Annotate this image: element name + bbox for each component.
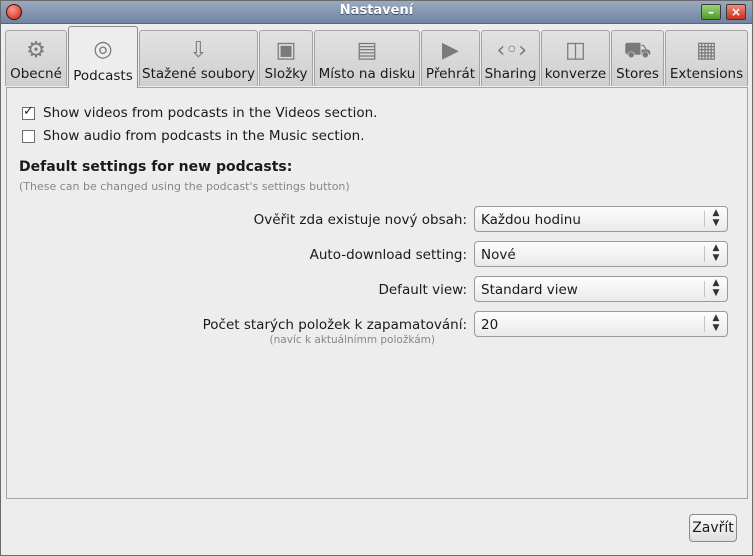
title-bar[interactable]: Nastavení – × bbox=[1, 1, 752, 24]
defaults-heading: Default settings for new podcasts: bbox=[19, 159, 293, 175]
check-new-value: Každou hodinu bbox=[481, 212, 581, 228]
window-title: Nastavení bbox=[339, 3, 414, 18]
tab-label: Místo na disku bbox=[318, 66, 416, 82]
gears-icon: ⚙ bbox=[26, 38, 46, 63]
tab-stazene-soubory[interactable]: ⇩ Stažené soubory bbox=[139, 30, 258, 86]
default-view-label: Default view: bbox=[378, 282, 467, 298]
tab-label: Přehrát bbox=[425, 66, 476, 82]
tab-stores[interactable]: ⛟ Stores bbox=[611, 30, 664, 86]
default-view-dropdown[interactable]: Standard view ▲ ▼ bbox=[474, 276, 728, 302]
extensions-plugin-icon: ▦ bbox=[696, 38, 717, 63]
tab-label: konverze bbox=[544, 66, 607, 82]
minimize-button[interactable]: – bbox=[701, 4, 721, 20]
auto-download-dropdown[interactable]: Nové ▲ ▼ bbox=[474, 241, 728, 267]
show-audio-label: Show audio from podcasts in the Music se… bbox=[43, 128, 365, 144]
tab-sharing[interactable]: ‹◦› Sharing bbox=[481, 30, 540, 86]
shopping-cart-icon: ⛟ bbox=[623, 38, 652, 63]
close-window-button[interactable]: × bbox=[726, 4, 746, 20]
tab-prehrat[interactable]: ▶ Přehrát bbox=[421, 30, 480, 86]
folder-icon: ▣ bbox=[275, 38, 297, 63]
up-down-arrows-icon: ▲ ▼ bbox=[712, 243, 720, 263]
dropdown-separator bbox=[704, 281, 705, 297]
default-view-value: Standard view bbox=[481, 282, 578, 298]
up-down-arrows-icon: ▲ ▼ bbox=[712, 278, 720, 298]
tab-label: Podcasts bbox=[73, 68, 133, 84]
show-audio-checkbox[interactable]: Show audio from podcasts in the Music se… bbox=[22, 128, 365, 144]
auto-download-value: Nové bbox=[481, 247, 516, 263]
show-videos-checkbox[interactable]: Show videos from podcasts in the Videos … bbox=[22, 104, 378, 121]
old-items-sublabel: (navíc k aktuálnímm položkám) bbox=[269, 334, 435, 346]
tab-label: Stores bbox=[616, 66, 659, 82]
tab-misto-na-disku[interactable]: ▤ Místo na disku bbox=[314, 30, 420, 86]
tab-slozky[interactable]: ▣ Složky bbox=[259, 30, 313, 86]
preferences-tabs: ⚙ Obecné ◎ Podcasts ⇩ Stažené soubory ▣ … bbox=[5, 26, 750, 88]
preferences-window: Nastavení – × ⚙ Obecné ◎ Podcasts ⇩ Staž… bbox=[0, 0, 753, 556]
up-down-arrows-icon: ▲ ▼ bbox=[712, 208, 720, 228]
tab-podcasts[interactable]: ◎ Podcasts bbox=[68, 26, 138, 88]
check-new-dropdown[interactable]: Každou hodinu ▲ ▼ bbox=[474, 206, 728, 232]
checkbox-checked[interactable] bbox=[22, 104, 35, 120]
download-arrow-icon: ⇩ bbox=[189, 38, 208, 63]
podcasts-panel: Show videos from podcasts in the Videos … bbox=[6, 87, 748, 499]
tab-obecne[interactable]: ⚙ Obecné bbox=[5, 30, 67, 86]
play-icon: ▶ bbox=[442, 38, 459, 63]
tab-label: Extensions bbox=[669, 66, 744, 82]
checkbox-unchecked[interactable] bbox=[22, 129, 35, 143]
tab-label: Stažené soubory bbox=[142, 66, 255, 82]
tab-konverze[interactable]: ◫ konverze bbox=[541, 30, 610, 86]
old-items-dropdown[interactable]: 20 ▲ ▼ bbox=[474, 311, 728, 337]
dropdown-separator bbox=[704, 211, 705, 227]
tab-label: Obecné bbox=[10, 66, 62, 82]
conversion-book-icon: ◫ bbox=[565, 38, 586, 63]
hard-disk-icon: ▤ bbox=[356, 38, 378, 63]
show-videos-label: Show videos from podcasts in the Videos … bbox=[43, 105, 378, 121]
dropdown-separator bbox=[704, 316, 705, 332]
dropdown-separator bbox=[704, 246, 705, 262]
tab-label: Složky bbox=[264, 66, 308, 82]
podcast-icon: ◎ bbox=[93, 37, 113, 62]
close-button[interactable]: Zavřít bbox=[689, 514, 737, 542]
tab-extensions[interactable]: ▦ Extensions bbox=[665, 30, 748, 86]
old-items-label: Počet starých položek k zapamatování: bbox=[202, 317, 467, 333]
tab-label: Sharing bbox=[484, 66, 537, 82]
defaults-hint: (These can be changed using the podcast'… bbox=[19, 180, 350, 193]
auto-download-label: Auto-download setting: bbox=[309, 247, 467, 263]
sharing-icon: ‹◦› bbox=[496, 38, 528, 63]
old-items-value: 20 bbox=[481, 317, 499, 333]
up-down-arrows-icon: ▲ ▼ bbox=[712, 313, 720, 333]
check-new-label: Ověřit zda existuje nový obsah: bbox=[253, 212, 467, 228]
